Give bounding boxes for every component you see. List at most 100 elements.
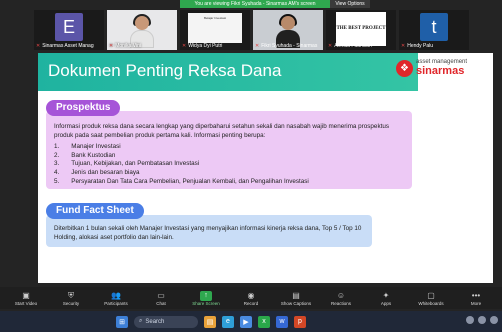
edge-browser-icon[interactable]: e: [222, 315, 234, 328]
mic-muted-icon: ✕: [36, 43, 41, 49]
search-label: Search: [145, 318, 165, 325]
participant-tile[interactable]: THE BEST PROJECT ✕ Ahmad Fadhillah: [326, 10, 396, 50]
list-number: 3.: [54, 160, 60, 168]
screen-share-banner: You are viewing Fikri Syuhada - Sinarmas…: [180, 0, 370, 8]
participant-shared-thumbnail: Belajar Investasi: [188, 13, 242, 43]
share-banner-message: You are viewing Fikri Syuhada - Sinarmas…: [180, 0, 330, 8]
list-number: 2.: [54, 151, 60, 159]
toolbar-label: Record: [243, 300, 259, 306]
fund-fact-sheet-label: Fund Fact Sheet: [46, 203, 144, 219]
apps-icon: ✦: [382, 290, 390, 300]
toolbar-label: Chat: [156, 300, 166, 306]
sinarmas-logo-icon: ❖: [396, 59, 413, 77]
list-item: 4. Jenis dan besaran biaya: [54, 169, 404, 178]
security-button[interactable]: ⛨ Security: [53, 287, 89, 309]
tray-icon[interactable]: [490, 316, 498, 324]
apps-button[interactable]: ✦ Apps: [368, 287, 404, 309]
reactions-button[interactable]: ☺ Reactions: [323, 287, 359, 309]
participant-avatar: E: [55, 13, 83, 41]
prospektus-label: Prospektus: [46, 100, 121, 116]
chat-button[interactable]: ▭ Chat: [143, 287, 179, 309]
logo-text: THE BEST PROJECT: [336, 26, 386, 31]
participant-tile[interactable]: Belajar Investasi ✕ Widya Dyi Putri: [180, 10, 250, 50]
participant-tile[interactable]: E ✕ Sinarmas Asset Manag: [34, 10, 104, 50]
participant-strip: E ✕ Sinarmas Asset Manag ✕ Monika Vini Bel…: [34, 10, 474, 50]
file-explorer-icon[interactable]: ▤: [204, 315, 216, 328]
windows-taskbar: ⊞ ⌕ Search ▤ e ▶ x w p: [0, 311, 502, 332]
slide-title-bar: Dokumen Penting Reksa Dana: [38, 53, 418, 91]
participant-avatar: t: [420, 13, 448, 41]
participant-tile[interactable]: t ✕ Hendy Palu: [399, 10, 469, 50]
excel-icon[interactable]: x: [258, 315, 270, 328]
video-off-icon: ▣: [22, 290, 30, 300]
toolbar-label: Reactions: [330, 300, 351, 306]
thumbnail-title: Belajar Investasi: [204, 16, 227, 20]
list-item: 3. Tujuan, Kebijakan, dan Pembatasan Inve…: [54, 160, 404, 169]
slide-title: Dokumen Penting Reksa Dana: [48, 61, 282, 80]
participant-name: Sinarmas Asset Manag: [42, 43, 94, 49]
participant-name: Widya Dyi Putri: [188, 43, 223, 49]
more-button[interactable]: ••• More: [458, 287, 494, 309]
chat-icon: ▭: [157, 290, 165, 300]
toolbar-label: Apps: [380, 300, 392, 306]
brand-logo: ❖ asset management sinarmas: [396, 59, 467, 77]
participant-name: Fikri Syuhada - Sinarmas: [261, 43, 318, 49]
participant-name: Monika Vini: [115, 43, 141, 49]
show-captions-button[interactable]: ▤ Show Captions: [278, 287, 314, 309]
prospektus-text: Informasi produk reksa dana secara lengk…: [54, 123, 389, 139]
zoom-window: You are viewing Fikri Syuhada - Sinarmas…: [0, 0, 502, 332]
prospektus-box: Informasi produk reksa dana secara lengk…: [46, 111, 412, 189]
list-text: Bank Kustodian: [71, 151, 116, 159]
share-screen-button[interactable]: ↑ Share Screen: [188, 287, 224, 309]
list-item: 5. Persyaratan Dan Tata Cara Pembelian, P…: [54, 178, 404, 187]
mic-muted-icon: ✕: [182, 43, 187, 49]
whiteboards-button[interactable]: ▢ Whiteboards: [413, 287, 449, 309]
participant-tile[interactable]: ✕ Monika Vini: [107, 10, 177, 50]
mic-muted-icon: ✕: [109, 43, 114, 49]
shared-slide: Dokumen Penting Reksa Dana ❖ asset manag…: [38, 53, 493, 283]
whiteboard-icon: ▢: [427, 290, 435, 300]
toolbar-label: Start Video: [14, 300, 38, 306]
toolbar-label: More: [470, 300, 482, 306]
list-text: Persyaratan Dan Tata Cara Pembelian, Pen…: [71, 177, 309, 185]
tray-icon[interactable]: [478, 316, 486, 324]
toolbar-label: Share Screen: [192, 300, 220, 306]
list-text: Manajer Investasi: [71, 143, 121, 151]
toolbar-label: Security: [62, 300, 80, 306]
windows-start-icon[interactable]: ⊞: [116, 315, 128, 328]
view-options-button[interactable]: View Options: [330, 0, 370, 8]
list-text: Jenis dan besaran biaya: [71, 168, 140, 176]
meeting-toolbar: ▣ Start Video ⛨ Security 👥 Participants ▭ Ch…: [0, 287, 502, 309]
participant-name: Ahmad Fadhillah: [334, 43, 372, 49]
reactions-icon: ☺: [336, 290, 346, 300]
zoom-app-icon[interactable]: ▶: [240, 315, 252, 328]
mic-muted-icon: ✕: [328, 43, 333, 49]
participant-logo: THE BEST PROJECT: [336, 12, 386, 46]
list-text: Tujuan, Kebijakan, dan Pembatasan Invest…: [71, 160, 200, 168]
list-number: 4.: [54, 168, 60, 176]
participant-tile[interactable]: ✕ Fikri Syuhada - Sinarmas: [253, 10, 323, 50]
record-button[interactable]: ◉ Record: [233, 287, 269, 309]
tray-icon[interactable]: [466, 316, 474, 324]
brand-line2: sinarmas: [416, 65, 465, 77]
participants-button[interactable]: 👥 Participants: [98, 287, 134, 309]
toolbar-label: Participants: [104, 300, 128, 306]
list-number: 1.: [54, 143, 60, 151]
toolbar-label: Whiteboards: [418, 300, 444, 306]
system-tray: [466, 316, 498, 324]
search-icon: ⌕: [139, 318, 143, 324]
share-screen-icon: ↑: [200, 290, 212, 301]
shield-icon: ⛨: [68, 290, 74, 300]
toolbar-label: Show Captions: [280, 300, 312, 306]
word-icon[interactable]: w: [276, 315, 288, 328]
taskbar-search[interactable]: ⌕ Search: [134, 315, 198, 328]
prospektus-list: 1. Manajer Investasi 2. Bank Kustodian 3. T…: [54, 143, 404, 186]
start-video-button[interactable]: ▣ Start Video: [8, 287, 44, 309]
powerpoint-icon[interactable]: p: [294, 315, 306, 328]
record-icon: ◉: [247, 290, 255, 300]
participants-icon: 👥: [111, 290, 121, 300]
captions-icon: ▤: [292, 290, 300, 300]
more-icon: •••: [471, 290, 481, 300]
list-item: 1. Manajer Investasi: [54, 143, 404, 152]
fund-fact-sheet-box: Diterbitkan 1 bulan sekali oleh Manajer …: [46, 215, 372, 247]
